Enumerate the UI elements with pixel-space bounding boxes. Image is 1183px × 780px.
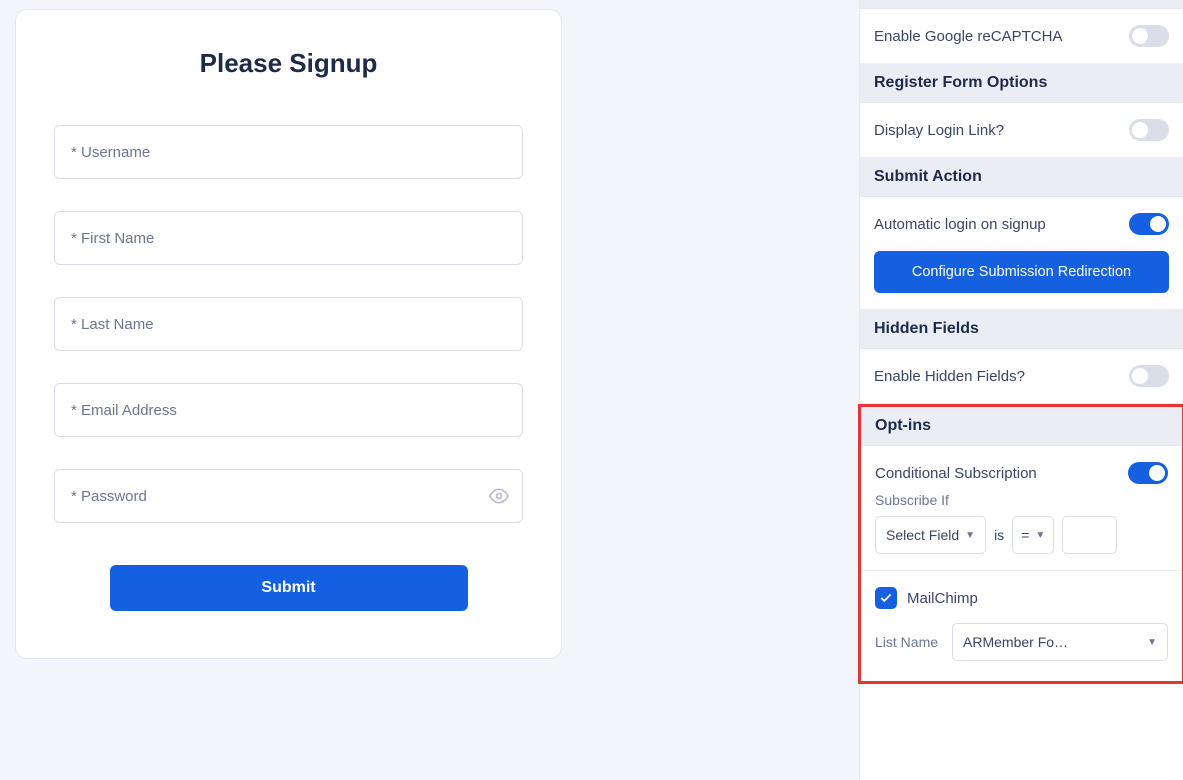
list-name-row: List Name ARMember Fo… ▼ — [875, 623, 1168, 661]
mailchimp-checkbox[interactable] — [875, 587, 897, 609]
condition-value-input[interactable] — [1062, 516, 1117, 554]
optins-body-1: Conditional Subscription Subscribe If Se… — [861, 446, 1182, 571]
submit-button[interactable]: Submit — [110, 565, 468, 611]
eye-icon[interactable] — [489, 486, 509, 506]
username-input[interactable] — [54, 125, 523, 179]
display-login-toggle[interactable] — [1129, 119, 1169, 141]
settings-sidebar: X Enable Google reCAPTCHA Register Form … — [859, 0, 1183, 780]
optins-header: Opt-ins — [861, 407, 1182, 446]
is-text: is — [994, 527, 1004, 543]
submit-action-header: Submit Action — [860, 158, 1183, 197]
configure-redirection-button[interactable]: Configure Submission Redirection — [874, 251, 1169, 293]
chevron-down-icon: ▼ — [1147, 637, 1157, 648]
subscribe-if-label: Subscribe If — [875, 492, 1168, 508]
operator-text: = — [1021, 527, 1029, 543]
select-field-dropdown[interactable]: Select Field ▼ — [875, 516, 986, 554]
cond-sub-toggle[interactable] — [1128, 462, 1168, 484]
chevron-down-icon: ▼ — [1035, 530, 1045, 541]
lastname-input[interactable] — [54, 297, 523, 351]
list-name-dropdown[interactable]: ARMember Fo… ▼ — [952, 623, 1168, 661]
register-section-body: Display Login Link? — [860, 103, 1183, 158]
condition-row: Select Field ▼ is = ▼ — [875, 516, 1168, 554]
enable-hidden-label: Enable Hidden Fields? — [874, 368, 1025, 385]
display-login-label: Display Login Link? — [874, 122, 1004, 139]
select-field-text: Select Field — [886, 527, 959, 543]
optins-body-2: MailChimp List Name ARMember Fo… ▼ — [861, 571, 1182, 681]
auto-login-label: Automatic login on signup — [874, 216, 1046, 233]
cond-sub-label: Conditional Subscription — [875, 465, 1037, 482]
list-name-label: List Name — [875, 634, 938, 650]
optins-highlight: Opt-ins Conditional Subscription Subscri… — [858, 404, 1183, 684]
enable-recaptcha-label: Enable Google reCAPTCHA — [874, 28, 1062, 45]
email-wrap — [54, 383, 523, 437]
password-input[interactable] — [54, 469, 523, 523]
hidden-fields-body: Enable Hidden Fields? — [860, 349, 1183, 404]
operator-dropdown[interactable]: = ▼ — [1012, 516, 1054, 554]
list-name-value: ARMember Fo… — [963, 634, 1068, 650]
firstname-wrap — [54, 211, 523, 265]
recaptcha-section-body: Enable Google reCAPTCHA — [860, 9, 1183, 64]
hidden-fields-header: Hidden Fields — [860, 310, 1183, 349]
form-title: Please Signup — [54, 48, 523, 79]
password-wrap — [54, 469, 523, 523]
chevron-down-icon: ▼ — [965, 530, 975, 541]
email-input[interactable] — [54, 383, 523, 437]
firstname-input[interactable] — [54, 211, 523, 265]
username-wrap — [54, 125, 523, 179]
enable-recaptcha-toggle[interactable] — [1129, 25, 1169, 47]
enable-hidden-toggle[interactable] — [1129, 365, 1169, 387]
lastname-wrap — [54, 297, 523, 351]
register-section-header: Register Form Options — [860, 64, 1183, 103]
mailchimp-label: MailChimp — [907, 590, 978, 607]
auto-login-toggle[interactable] — [1129, 213, 1169, 235]
mailchimp-row: MailChimp — [875, 587, 1168, 609]
submit-action-body: Automatic login on signup Configure Subm… — [860, 197, 1183, 310]
recaptcha-section-header: X — [860, 0, 1183, 9]
signup-form-card: Please Signup Submit — [15, 9, 562, 659]
